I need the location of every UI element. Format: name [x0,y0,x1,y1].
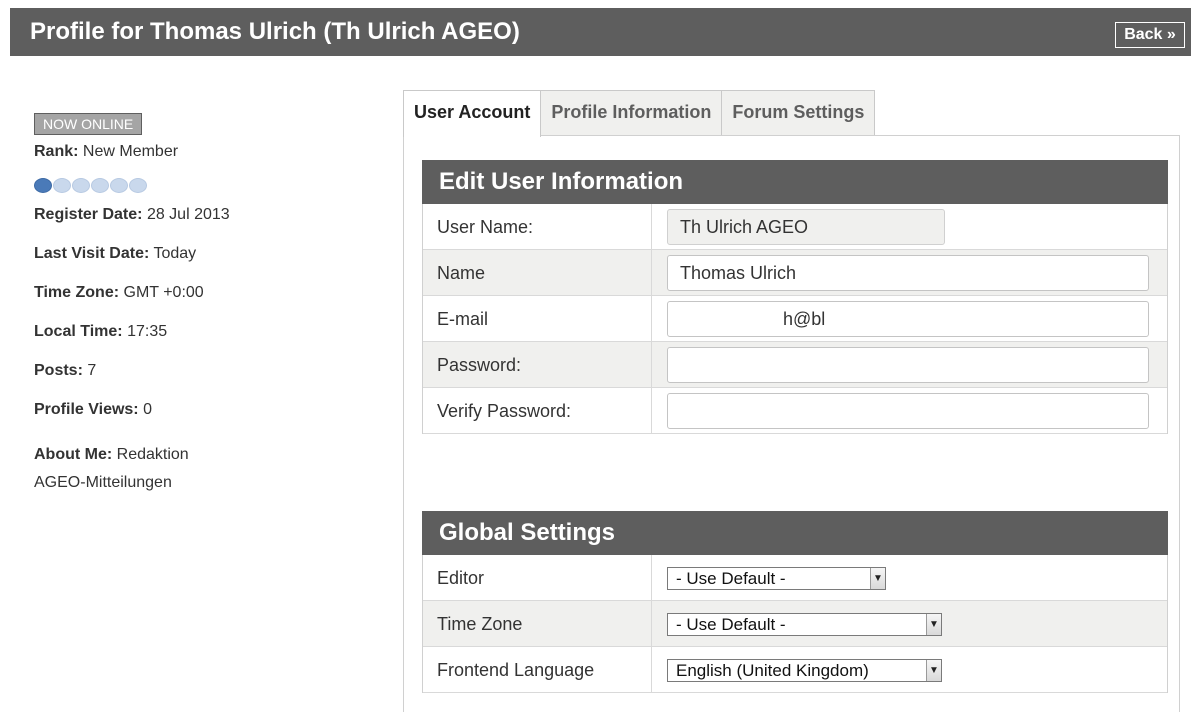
rank-dot-icon [129,177,147,193]
rank-dot-icon [110,177,128,193]
page-title: Profile for Thomas Ulrich (Th Ulrich AGE… [30,18,520,45]
local-time-info: Local Time: 17:35 [34,322,364,361]
username-row: User Name: Th Ulrich AGEO [423,204,1167,250]
username-field: Th Ulrich AGEO [667,209,945,245]
column-divider [651,555,652,600]
column-divider [651,342,652,387]
email-field[interactable]: h@bl [667,301,1149,337]
timezone-setting-label: Time Zone [437,614,523,634]
register-date-value: 28 Jul 2013 [146,206,230,223]
email-label: E-mail [437,309,489,329]
tab-profile-information[interactable]: Profile Information [540,90,723,135]
edit-user-information-heading: Edit User Information [422,160,1168,204]
verify-password-row: Verify Password: [423,388,1167,434]
rank-dot-icon [72,177,90,193]
rank-value: New Member [82,143,179,160]
rank-dot-icon [53,177,71,193]
back-button[interactable]: Back » [1115,22,1185,48]
profile-views-info: Profile Views: 0 [34,400,364,439]
password-label: Password: [437,355,522,375]
username-label: User Name: [437,217,534,237]
timezone-row: Time Zone - Use Default - ▼ [423,601,1167,647]
column-divider [651,204,652,249]
dropdown-arrow-icon[interactable]: ▼ [926,660,941,681]
column-divider [651,601,652,646]
password-row: Password: [423,342,1167,388]
verify-password-label: Verify Password: [437,401,572,421]
online-status-badge: NOW ONLINE [34,113,143,135]
editor-label: Editor [437,568,485,588]
editor-row: Editor - Use Default - ▼ [423,555,1167,601]
register-date-label: Register Date: [34,206,143,223]
about-me-label: About Me: [34,446,113,463]
timezone-select-value: - Use Default - [676,615,786,634]
column-divider [651,647,652,692]
posts-value: 7 [87,362,97,379]
posts-info: Posts: 7 [34,361,364,400]
timezone-label: Time Zone: [34,284,120,301]
register-date-info: Register Date: 28 Jul 2013 [34,205,364,244]
last-visit-info: Last Visit Date: Today [34,244,364,283]
timezone-value: GMT +0:00 [123,284,204,301]
column-divider [651,388,652,433]
local-time-label: Local Time: [34,323,123,340]
global-settings-heading: Global Settings [422,511,1168,555]
editor-select-value: - Use Default - [676,569,786,588]
rank-level-indicator [34,173,364,197]
language-row: Frontend Language English (United Kingdo… [423,647,1167,693]
email-row: E-mail h@bl [423,296,1167,342]
name-field[interactable]: Thomas Ulrich [667,255,1149,291]
profile-tabs: User Account Profile Information Forum S… [403,90,876,137]
global-settings-form: Editor - Use Default - ▼ Time Zone - Use… [422,555,1168,693]
language-select-value: English (United Kingdom) [676,661,869,680]
last-visit-value: Today [153,245,197,262]
last-visit-label: Last Visit Date: [34,245,150,262]
password-field[interactable] [667,347,1149,383]
name-row: Name Thomas Ulrich [423,250,1167,296]
tab-forum-settings[interactable]: Forum Settings [721,90,876,135]
dropdown-arrow-icon[interactable]: ▼ [926,614,941,635]
language-select[interactable]: English (United Kingdom) ▼ [667,659,942,682]
editor-select[interactable]: - Use Default - ▼ [667,567,886,590]
posts-label: Posts: [34,362,83,379]
rank-label: Rank: [34,143,79,160]
column-divider [651,296,652,341]
language-label: Frontend Language [437,660,595,680]
profile-sidebar: NOW ONLINE Rank: New Member Register Dat… [34,113,364,497]
dropdown-arrow-icon[interactable]: ▼ [870,568,885,589]
profile-views-value: 0 [143,401,152,418]
verify-password-field[interactable] [667,393,1149,429]
edit-user-form: User Name: Th Ulrich AGEO Name Thomas Ul… [422,204,1168,434]
column-divider [651,250,652,295]
profile-header-bar: Profile for Thomas Ulrich (Th Ulrich AGE… [10,8,1191,56]
about-me-info: About Me: Redaktion AGEO-Mitteilungen [34,441,364,497]
rank-dot-icon [91,177,109,193]
profile-views-label: Profile Views: [34,401,139,418]
timezone-info: Time Zone: GMT +0:00 [34,283,364,322]
name-label: Name [437,263,486,283]
timezone-select[interactable]: - Use Default - ▼ [667,613,942,636]
about-me-value-line1: Redaktion [116,446,189,463]
about-me-value-line2: AGEO-Mitteilungen [34,474,172,491]
rank-dot-icon [34,177,52,193]
tab-user-account[interactable]: User Account [403,90,542,137]
user-account-panel: Edit User Information User Name: Th Ulri… [403,135,1180,712]
local-time-value: 17:35 [127,323,168,340]
